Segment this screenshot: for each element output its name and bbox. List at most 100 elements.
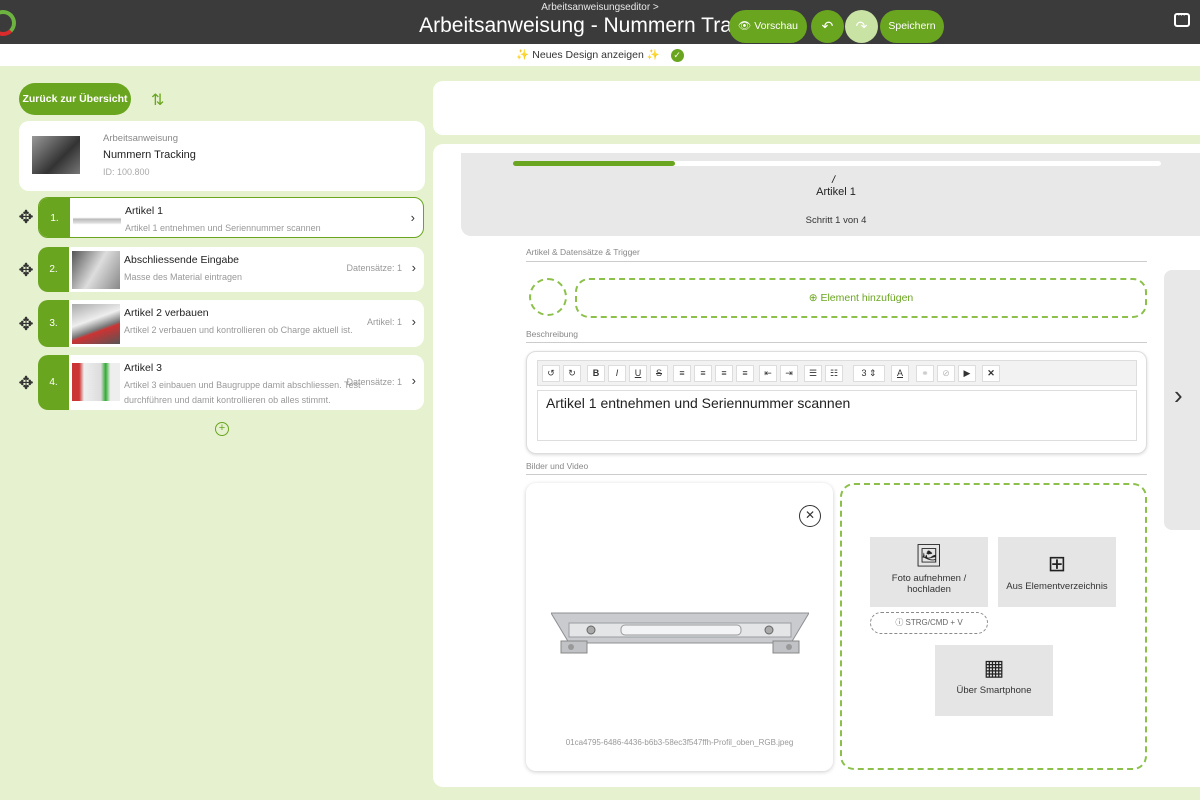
- new-design-banner: ✨ Neues Design anzeigen ✨ ✓: [0, 44, 1200, 66]
- photo-upload-label: Foto aufnehmen / hochladen: [891, 573, 967, 595]
- step-thumbnail: [72, 363, 120, 401]
- font-size-value: 3: [861, 368, 867, 378]
- chevron-right-icon: ›: [411, 314, 416, 329]
- catalog-button[interactable]: ⊞ Aus Elementverzeichnis: [998, 537, 1116, 607]
- eye-icon: 👁: [737, 20, 752, 32]
- smartphone-upload-button[interactable]: ▦ Über Smartphone: [935, 645, 1053, 716]
- text-color-icon[interactable]: A: [891, 365, 909, 382]
- align-left-icon[interactable]: ≡: [673, 365, 691, 382]
- divider: [526, 474, 1147, 475]
- step-description: Artikel 3 einbauen und Baugruppe damit a…: [124, 380, 361, 405]
- next-step-button[interactable]: ›: [1164, 270, 1200, 530]
- step-item-2[interactable]: 2. Abschliessende Eingabe Masse des Mate…: [38, 247, 424, 292]
- drag-handle-icon[interactable]: ✥: [16, 314, 36, 334]
- numbered-list-icon[interactable]: ☷: [825, 365, 843, 382]
- add-element-label: Element hinzufügen: [820, 292, 914, 304]
- step-description: Artikel 2 verbauen und kontrollieren ob …: [124, 325, 353, 335]
- drag-handle-icon[interactable]: ✥: [16, 373, 36, 393]
- chevron-right-icon: ›: [411, 260, 416, 275]
- clear-format-icon[interactable]: ✕: [982, 365, 1000, 382]
- app-header: Arbeitsanweisungseditor > Arbeitsanweisu…: [0, 0, 1200, 44]
- step-title: Artikel 3: [124, 362, 162, 374]
- step-number: 3.: [38, 300, 69, 347]
- link-icon[interactable]: ⚭: [916, 365, 934, 382]
- step-item-4[interactable]: 4. Artikel 3 Artikel 3 einbauen und Baug…: [38, 355, 424, 410]
- photo-upload-button[interactable]: 🖼 Foto aufnehmen / hochladen: [870, 537, 988, 607]
- step-title: Artikel 2 verbauen: [124, 307, 209, 319]
- bullet-list-icon[interactable]: ☰: [804, 365, 822, 382]
- paste-shortcut-label: STRG/CMD + V: [905, 618, 963, 627]
- catalog-label: Aus Elementverzeichnis: [1006, 581, 1108, 592]
- grid-icon: ⊞: [1047, 551, 1067, 576]
- add-element-button[interactable]: ⊕ Element hinzufügen: [575, 278, 1147, 318]
- step-item-3[interactable]: 3. Artikel 2 verbauen Artikel 2 verbauen…: [38, 300, 424, 347]
- divider: [526, 342, 1147, 343]
- save-button[interactable]: Speichern: [880, 10, 944, 43]
- video-icon[interactable]: ▶: [958, 365, 976, 382]
- description-textarea[interactable]: Artikel 1 entnehmen und Seriennummer sca…: [537, 390, 1137, 441]
- editor-toolbar: [433, 81, 1200, 135]
- back-to-overview-button[interactable]: Zurück zur Übersicht: [19, 83, 131, 115]
- undo-icon[interactable]: ↺: [542, 365, 560, 382]
- step-data-count: Artikel: 1: [366, 317, 402, 327]
- instruction-id: ID: 100.800: [103, 167, 150, 177]
- new-design-toggle-label[interactable]: ✨ Neues Design anzeigen ✨: [516, 49, 659, 61]
- drag-handle-icon[interactable]: ✥: [16, 260, 36, 280]
- align-justify-icon[interactable]: ≡: [736, 365, 754, 382]
- description-section-label: Beschreibung: [526, 329, 578, 339]
- indent-icon[interactable]: ⇥: [780, 365, 798, 382]
- bold-icon[interactable]: B: [587, 365, 605, 382]
- chevron-right-icon: ›: [410, 210, 415, 225]
- step-name[interactable]: Artikel 1: [776, 186, 896, 198]
- smartphone-label: Über Smartphone: [956, 685, 1032, 696]
- plus-circle-icon: ⊕: [808, 292, 818, 304]
- redo-button[interactable]: ↷: [845, 10, 878, 43]
- chevron-right-icon: ›: [411, 373, 416, 388]
- underline-icon[interactable]: U: [629, 365, 647, 382]
- checkmark-icon[interactable]: ✓: [670, 48, 684, 62]
- trigger-placeholder[interactable]: [529, 278, 567, 316]
- step-item-1[interactable]: 1. Artikel 1 Artikel 1 entnehmen und Ser…: [38, 197, 424, 238]
- font-size-select[interactable]: 3 ⇕: [853, 365, 885, 382]
- chat-icon[interactable]: [1174, 9, 1190, 27]
- divider: [526, 261, 1147, 262]
- italic-icon[interactable]: I: [608, 365, 626, 382]
- step-thumbnail: [72, 304, 120, 344]
- preview-button[interactable]: 👁 Vorschau: [729, 10, 807, 43]
- info-icon: ⓘ: [895, 618, 904, 627]
- image-icon: 🖼: [915, 543, 943, 568]
- instruction-name: Nummern Tracking: [103, 149, 196, 161]
- step-number: 1.: [39, 198, 70, 237]
- breadcrumb[interactable]: Arbeitsanweisungseditor >: [0, 2, 1200, 13]
- redo-icon[interactable]: ↻: [563, 365, 581, 382]
- strikethrough-icon[interactable]: S: [650, 365, 668, 382]
- undo-button[interactable]: ↶: [811, 10, 844, 43]
- align-center-icon[interactable]: ≡: [694, 365, 712, 382]
- step-thumbnail: [73, 203, 121, 237]
- qr-code-icon: ▦: [983, 655, 1005, 680]
- step-data-count: Datensätze: 1: [346, 377, 402, 387]
- step-progress-bar: [513, 161, 1161, 166]
- add-step-icon[interactable]: +: [215, 422, 229, 436]
- step-counter: Schritt 1 von 4: [805, 215, 867, 226]
- rich-text-toolbar: ↺ ↻ B I U S ≡ ≡ ≡ ≡ ⇤ ⇥ ☰ ☷ 3 ⇕ A ⚭ ⊘ ▶ …: [537, 360, 1137, 386]
- unlink-icon[interactable]: ⊘: [937, 365, 955, 382]
- outdent-icon[interactable]: ⇤: [759, 365, 777, 382]
- media-section-label: Bilder und Video: [526, 461, 589, 471]
- step-number: 2.: [38, 247, 69, 292]
- page-title: Arbeitsanweisung - Nummern Tracking: [419, 14, 781, 37]
- instruction-thumbnail: [32, 136, 80, 174]
- profile-rail-image: [551, 612, 809, 654]
- drag-handle-icon[interactable]: ✥: [16, 207, 36, 227]
- instruction-type-label: Arbeitsanweisung: [103, 133, 178, 144]
- preview-label: Vorschau: [754, 20, 799, 32]
- media-filename: 01ca4795-6486-4436-b6b3-58ec3f547ffh-Pro…: [565, 738, 794, 747]
- swap-order-icon[interactable]: ⇅: [151, 90, 164, 110]
- instruction-info-card: Arbeitsanweisung Nummern Tracking ID: 10…: [19, 121, 425, 191]
- step-title: Abschliessende Eingabe: [124, 254, 239, 266]
- step-description: Artikel 1 entnehmen und Seriennummer sca…: [125, 223, 321, 233]
- remove-media-icon[interactable]: ✕: [799, 505, 821, 527]
- step-thumbnail: [72, 251, 120, 289]
- step-description: Masse des Material eintragen: [124, 272, 243, 282]
- align-right-icon[interactable]: ≡: [715, 365, 733, 382]
